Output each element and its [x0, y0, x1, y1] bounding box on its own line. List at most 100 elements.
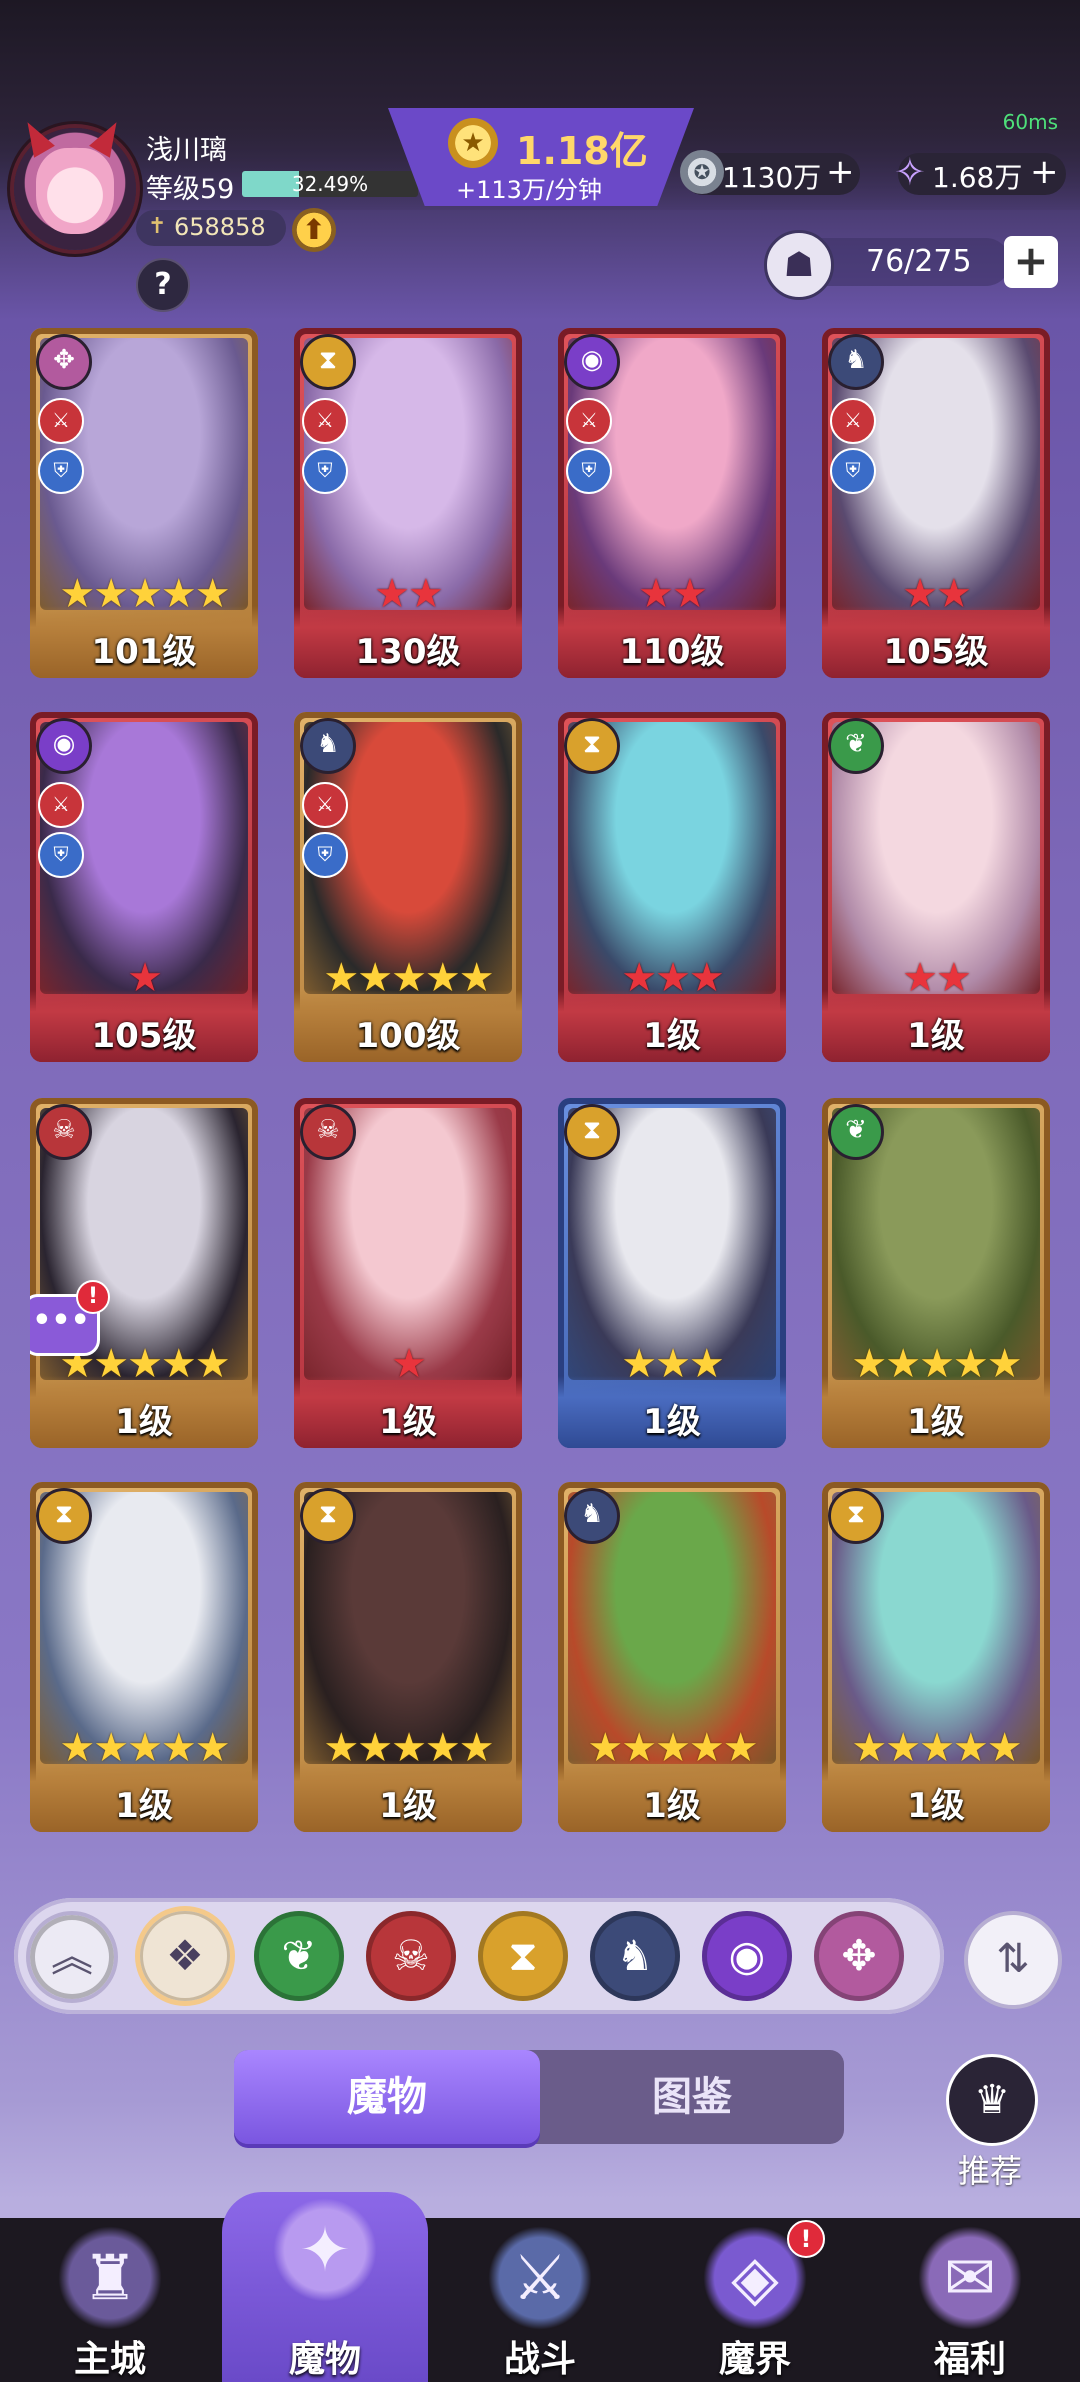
recommend-button[interactable]: ♛ [946, 2054, 1038, 2146]
star-rating: ★★★★★ [558, 1728, 786, 1768]
gem-crystal-icon: ✧ [894, 150, 926, 194]
star-icon: ★ [638, 571, 674, 617]
avatar-portrait [36, 148, 114, 234]
monster-level: 1级 [379, 1786, 437, 1826]
star-rating: ★★★★★ [294, 1728, 522, 1768]
star-icon: ★ [93, 1725, 129, 1771]
monster-card[interactable]: ♞ ⚔ ⛨ ★★★★★ 100级 [294, 712, 522, 1062]
monster-level: 130级 [355, 632, 461, 672]
shield-role-icon: ⛨ [38, 832, 84, 878]
monster-level: 1级 [907, 1016, 965, 1056]
filter-hourglass-button[interactable]: ⧗ [478, 1911, 568, 2001]
star-icon: ★ [424, 955, 461, 1001]
monster-level: 1级 [643, 1786, 701, 1826]
nav-item-demon-realm[interactable]: ◈ 魔界! [655, 2218, 855, 2382]
attack-role-icon: ⚔ [302, 782, 348, 828]
star-icon: ★ [655, 1725, 691, 1771]
filter-all-button[interactable]: ❖ [140, 1911, 230, 2001]
filter-dragon-button[interactable]: ♞ [590, 1911, 680, 2001]
star-icon: ★ [587, 1725, 623, 1771]
star-rating: ★★★★★ [822, 1728, 1050, 1768]
demon-mask-icon: ☠ [36, 1104, 92, 1160]
collapse-button[interactable]: ︽ [26, 1911, 118, 2003]
monster-card[interactable]: ❦ ★★★★★ 1级 [822, 1098, 1050, 1448]
player-name: 浅川璃 [146, 135, 227, 166]
shield-role-icon: ⛨ [830, 448, 876, 494]
star-icon: ★ [885, 1725, 921, 1771]
star-icon: ★ [59, 571, 95, 617]
star-rating: ★★★★★ [294, 958, 522, 998]
star-icon: ★ [621, 1725, 657, 1771]
sort-button[interactable]: ⇅ [964, 1911, 1062, 2009]
monster-level: 1级 [643, 1016, 701, 1056]
monster-head-icon: ☗ [764, 230, 834, 300]
monster-card[interactable]: ⧗ ★★★★★ 1级 [30, 1482, 258, 1832]
monster-card[interactable]: ◉ ⚔ ⛨ ★★ 110级 [558, 328, 786, 678]
monster-capacity-count: 76/275 [866, 244, 972, 279]
star-icon: ★ [323, 955, 359, 1001]
monster-card[interactable]: ⧗ ⚔ ⛨ ★★ 130级 [294, 328, 522, 678]
help-button[interactable]: ? [136, 258, 190, 312]
monster-level: 1级 [115, 1402, 173, 1442]
tab-codex[interactable]: 图鉴 [540, 2050, 844, 2144]
star-icon: ★ [952, 1725, 989, 1771]
monster-level: 105级 [91, 1016, 197, 1056]
monster-flame-icon: ✦ [273, 2198, 377, 2302]
star-rating: ★★★ [558, 958, 786, 998]
monster-card[interactable]: ❦ ★★ 1级 [822, 712, 1050, 1062]
filter-eye-button[interactable]: ◉ [702, 1911, 792, 2001]
nav-item-battle-shield[interactable]: ⚔ 战斗 [440, 2218, 640, 2382]
star-icon: ★ [851, 1725, 887, 1771]
monster-level: 100级 [355, 1016, 461, 1056]
monster-card[interactable]: ☠ ★★★★★ 1级 •••! [30, 1098, 258, 1448]
filter-wind-swirl-button[interactable]: ✥ [814, 1911, 904, 2001]
monster-card[interactable]: ◉ ⚔ ⛨ ★ 105级 [30, 712, 258, 1062]
capacity-add-button[interactable]: + [1004, 236, 1058, 288]
star-icon: ★ [357, 1725, 393, 1771]
filter-leaf-button[interactable]: ❦ [254, 1911, 344, 2001]
silver-add-button[interactable]: + [826, 152, 855, 192]
star-icon: ★ [424, 1725, 461, 1771]
monster-card[interactable]: ♞ ★★★★★ 1级 [558, 1482, 786, 1832]
battle-shield-icon: ⚔ [488, 2226, 592, 2330]
tab-monsters[interactable]: 魔物 [234, 2050, 540, 2144]
star-icon: ★ [323, 1725, 359, 1771]
leaf-icon: ❦ [828, 1104, 884, 1160]
monster-card[interactable]: ⧗ ★★★★★ 1级 [822, 1482, 1050, 1832]
monster-level: 105级 [883, 632, 989, 672]
star-icon: ★ [93, 571, 129, 617]
gold-coin-icon: ★ [448, 118, 498, 168]
monster-card[interactable]: ⧗ ★★★ 1级 [558, 1098, 786, 1448]
star-icon: ★ [919, 1341, 955, 1387]
nav-label: 福利 [933, 2339, 1006, 2380]
attack-role-icon: ⚔ [302, 398, 348, 444]
nav-label: 魔界 [718, 2339, 791, 2380]
dragon-icon: ♞ [564, 1488, 620, 1544]
hourglass-icon: ⧗ [564, 718, 620, 774]
nav-item-gift-chest[interactable]: ✉ 福利 [870, 2218, 1070, 2382]
power-upgrade-button[interactable]: ⬆ [292, 208, 336, 252]
star-icon: ★ [194, 1725, 231, 1771]
monster-card[interactable]: ☠ ★ 1级 [294, 1098, 522, 1448]
star-rating: ★★★★★ [30, 574, 258, 614]
star-icon: ★ [194, 1341, 231, 1387]
gem-add-button[interactable]: + [1030, 152, 1059, 192]
filter-demon-mask-button[interactable]: ☠ [366, 1911, 456, 2001]
gold-amount: 1.18亿 [516, 129, 648, 173]
nav-item-castle[interactable]: ♜ 主城 [10, 2218, 210, 2382]
monster-level: 101级 [91, 632, 197, 672]
monster-level: 1级 [379, 1402, 437, 1442]
shield-role-icon: ⛨ [566, 448, 612, 494]
monster-card[interactable]: ⧗ ★★★ 1级 [558, 712, 786, 1062]
star-icon: ★ [357, 955, 393, 1001]
star-icon: ★ [374, 571, 410, 617]
hourglass-icon: ⧗ [828, 1488, 884, 1544]
monster-card[interactable]: ⧗ ★★★★★ 1级 [294, 1482, 522, 1832]
shield-role-icon: ⛨ [302, 832, 348, 878]
monster-card[interactable]: ♞ ⚔ ⛨ ★★ 105级 [822, 328, 1050, 678]
attack-role-icon: ⚔ [38, 398, 84, 444]
attack-role-icon: ⚔ [38, 782, 84, 828]
monster-card[interactable]: ✥ ⚔ ⛨ ★★★★★ 101级 [30, 328, 258, 678]
shield-role-icon: ⛨ [302, 448, 348, 494]
nav-item-monster-flame[interactable]: ✦ 魔物 [225, 2190, 425, 2380]
